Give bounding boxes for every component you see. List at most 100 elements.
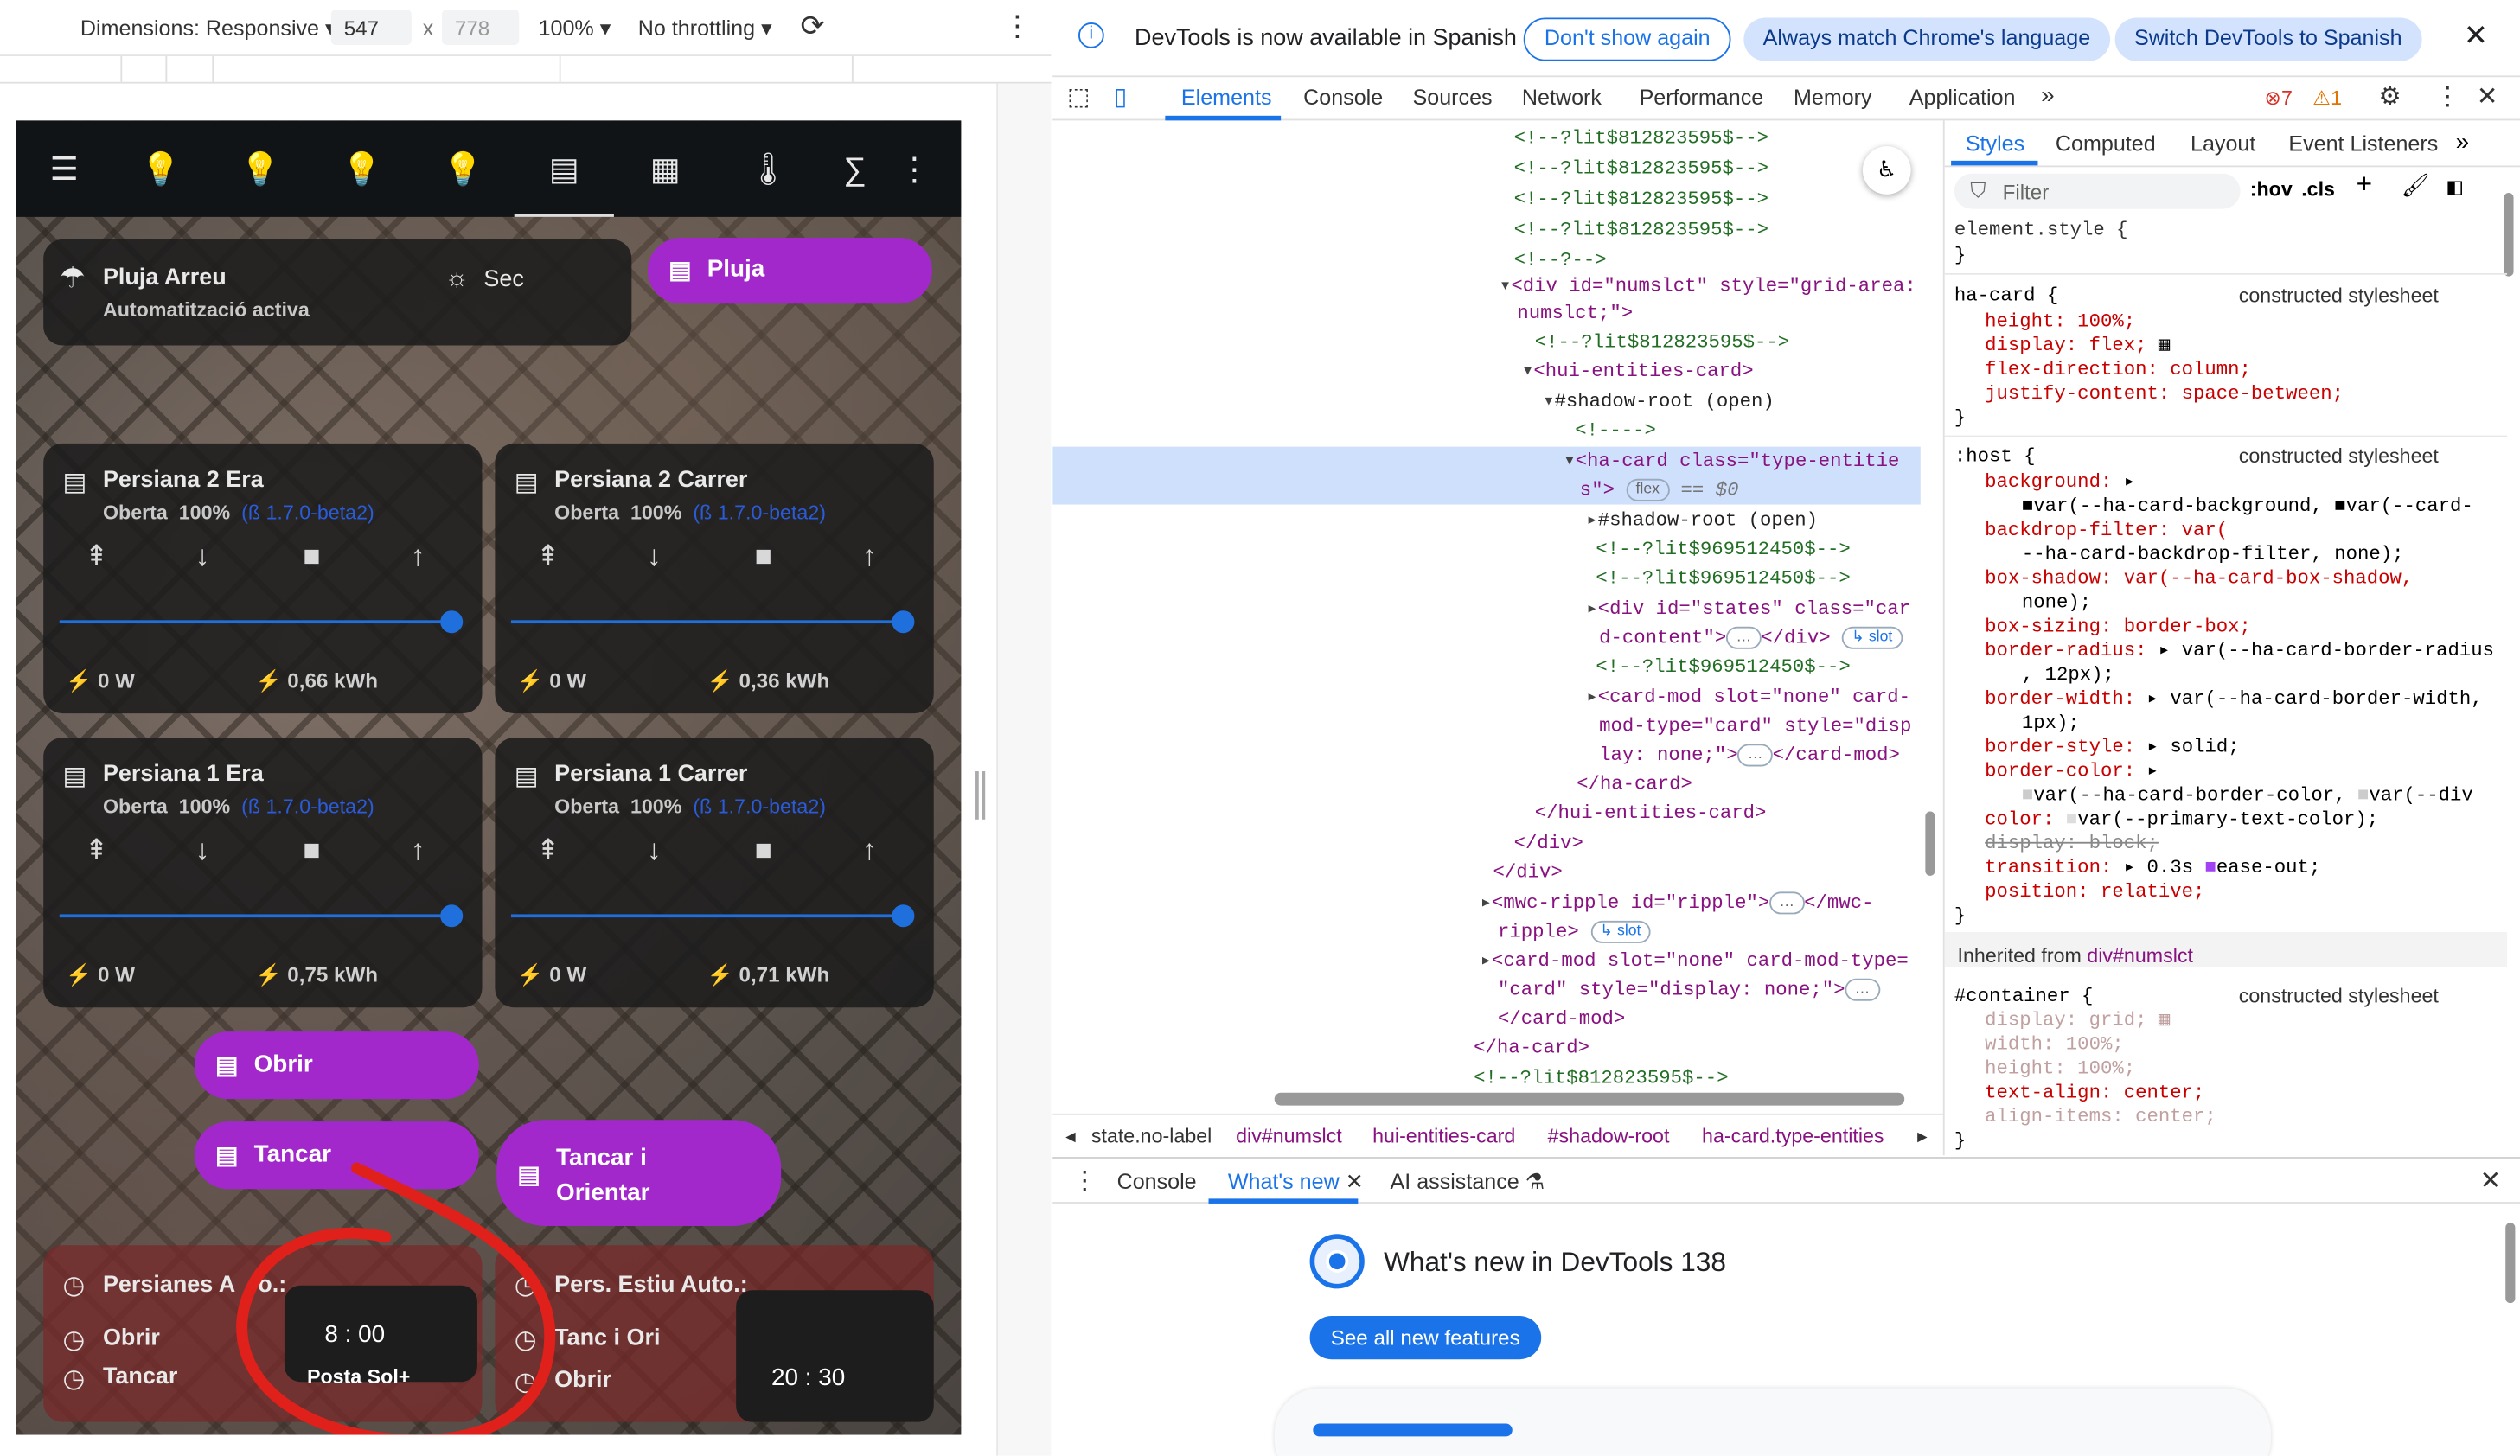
drawer-tab-ai[interactable]: AI assistance ⚗ — [1391, 1170, 1545, 1196]
zoom-dropdown[interactable]: 100% ▾ — [539, 16, 611, 42]
color-swatch[interactable]: ■ — [2066, 808, 2077, 831]
comment-line[interactable]: <!--?lit$812823595$--> — [1514, 124, 1768, 152]
rule-source[interactable]: constructed stylesheet — [2239, 283, 2439, 309]
grid-editor-icon[interactable]: ▦ — [2159, 1009, 2170, 1031]
flex-badge[interactable]: flex — [1626, 478, 1670, 501]
prop-backdrop[interactable]: backdrop-filter: var( — [1985, 517, 2228, 543]
more-vert-icon[interactable]: ⋮ — [2434, 80, 2460, 112]
color-swatch[interactable]: ■ — [2334, 495, 2345, 517]
styles-scrollbar[interactable] — [2504, 193, 2514, 277]
prop-border-width[interactable]: border-width: ▸ var(--ha-card-border-wid… — [1985, 686, 2483, 712]
filter-input[interactable]: ⛉ Filter — [1954, 173, 2241, 209]
color-swatch[interactable]: ■ — [2357, 784, 2369, 807]
device-toggle-icon[interactable]: ▯ — [1114, 82, 1127, 112]
rule-source[interactable]: constructed stylesheet — [2239, 983, 2439, 1009]
prop-border-color[interactable]: border-color: ▸ — [1985, 758, 2159, 784]
hacard-rule-selector[interactable]: ha-card { — [1954, 283, 2058, 309]
comment-line[interactable]: <!--?lit$812823595$--> — [1514, 215, 1768, 244]
prop-c-width[interactable]: width: 100%; — [1985, 1031, 2124, 1057]
prop-background[interactable]: background: ▸ — [1985, 469, 2135, 495]
prop-box-sizing[interactable]: box-sizing: border-box; — [1985, 614, 2251, 640]
vertical-scrollbar[interactable] — [1925, 811, 1935, 876]
ellipsis-badge[interactable]: … — [1737, 744, 1773, 767]
more-tabs-icon[interactable]: » — [2041, 82, 2055, 110]
color-swatch[interactable]: ■ — [2022, 495, 2033, 517]
host-rule-selector[interactable]: :host { — [1954, 444, 2036, 469]
throttling-dropdown[interactable]: No throttling ▾ — [638, 16, 772, 42]
comment-line[interactable]: <!--?--> — [1514, 246, 1607, 274]
ellipsis-badge[interactable]: … — [1845, 978, 1880, 1001]
close-icon[interactable]: ✕ — [2477, 80, 2498, 112]
drawer-tab-console[interactable]: Console — [1117, 1170, 1197, 1194]
lit-comment[interactable]: <!--?lit$969512450$--> — [1596, 564, 1850, 592]
chevron-right-icon[interactable]: ▸ — [1917, 1123, 1928, 1147]
element-style-rule[interactable]: element.style { — [1954, 217, 2128, 243]
lit-comment[interactable]: <!--?lit$812823595$--> — [1535, 328, 1789, 356]
plus-icon[interactable]: + — [2356, 172, 2372, 202]
more-vert-icon[interactable]: ⋮ — [1072, 1165, 1098, 1197]
warning-count[interactable]: ⚠1 — [2312, 85, 2342, 109]
paint-icon[interactable]: 🖌 — [2401, 174, 2429, 201]
sidebar-toggle-icon[interactable]: ◧ — [2447, 172, 2462, 203]
flex-editor-icon[interactable]: ▦ — [2159, 335, 2170, 357]
prop-justify[interactable]: justify-content: space-between; — [1985, 380, 2344, 406]
breadcrumb-item[interactable]: state.no-label — [1091, 1125, 1212, 1147]
dom-inner-shadow[interactable]: ▸#shadow-root (open) — [1586, 506, 1818, 534]
accessibility-icon[interactable]: ♿ — [1862, 146, 1911, 195]
lit-comment[interactable]: <!--?lit$969512450$--> — [1596, 535, 1850, 564]
comment-line[interactable]: <!--?lit$812823595$--> — [1514, 185, 1768, 214]
see-all-features-button[interactable]: See all new features — [1309, 1316, 1541, 1360]
drawer-scrollbar[interactable] — [2505, 1223, 2516, 1304]
slot-badge[interactable]: ↳ slot — [1841, 626, 1903, 649]
hui-close[interactable]: </hui-entities-card> — [1535, 799, 1767, 827]
dimensions-dropdown[interactable]: Dimensions: Responsive ▾ — [80, 16, 336, 42]
dom-shadow-root[interactable]: ▾#shadow-root (open) — [1543, 387, 1775, 416]
lit-comment[interactable]: <!--?lit$969512450$--> — [1596, 653, 1850, 681]
dont-show-button[interactable]: Don't show again — [1523, 17, 1731, 61]
styles-tab[interactable]: Layout — [2191, 131, 2255, 156]
styles-tab[interactable]: Computed — [2056, 131, 2156, 156]
tab-network[interactable]: Network — [1522, 85, 1602, 109]
prop-c-height[interactable]: height: 100%; — [1985, 1056, 2135, 1082]
prop-box-shadow[interactable]: box-shadow: var(--ha-card-box-shadow, — [1985, 565, 2413, 591]
dom-node-ripple[interactable]: ▸<mwc-ripple id="ripple">… </mwc- — [1481, 889, 1873, 917]
always-match-button[interactable]: Always match Chrome's language — [1743, 17, 2110, 61]
div-close[interactable]: </div> — [1514, 829, 1583, 858]
hacard-close-2[interactable]: </ha-card> — [1474, 1033, 1589, 1062]
tab-performance[interactable]: Performance — [1640, 85, 1764, 109]
tab-application[interactable]: Application — [1909, 85, 2016, 109]
horizontal-scrollbar[interactable] — [1274, 1092, 1905, 1106]
cardmod-b3[interactable]: </card-mod> — [1498, 1005, 1625, 1033]
dom-node-hui[interactable]: ▾<hui-entities-card> — [1522, 357, 1754, 386]
resize-handle[interactable] — [975, 771, 986, 820]
inherited-link[interactable]: div#numslct — [2087, 945, 2193, 967]
prop-display-block[interactable]: display: block; — [1985, 831, 2159, 857]
chevron-left-icon[interactable]: ◂ — [1065, 1123, 1076, 1147]
prop-c-align[interactable]: align-items: center; — [1985, 1104, 2216, 1130]
dom-node-states[interactable]: ▸<div id="states" class="car — [1586, 595, 1910, 623]
error-count[interactable]: ⊗7 — [2264, 85, 2292, 109]
ellipsis-badge[interactable]: … — [1769, 891, 1805, 915]
styles-tab[interactable]: Styles — [1966, 131, 2024, 156]
prop-transition[interactable]: transition: ▸ 0.3s ■ease-out; — [1985, 855, 2320, 881]
inspect-icon[interactable]: ⬚ — [1067, 82, 1090, 112]
tab-sources[interactable]: Sources — [1413, 85, 1493, 109]
dom-node-cardmod[interactable]: ▸<card-mod slot="none" card- — [1586, 683, 1910, 712]
hacard-close[interactable]: </ha-card> — [1577, 770, 1692, 798]
prop-c-display[interactable]: display: grid; ▦ — [1985, 1007, 2170, 1033]
color-swatch[interactable]: ■ — [2022, 784, 2033, 807]
hov-toggle[interactable]: :hov — [2250, 178, 2293, 201]
dom-node-hacard[interactable]: ▾<ha-card class="type-entitie — [1564, 447, 1899, 476]
drawer-tab-whats-new[interactable]: What's new ✕ — [1228, 1170, 1364, 1196]
prop-position[interactable]: position: relative; — [1985, 879, 2204, 905]
div-close[interactable]: </div> — [1493, 858, 1562, 886]
slot-badge[interactable]: ↳ slot — [1590, 920, 1651, 943]
rotate-icon[interactable]: ⟳ — [800, 10, 824, 43]
breadcrumb-item[interactable]: ha-card.type-entities — [1702, 1125, 1884, 1147]
more-tabs-icon[interactable]: » — [2456, 129, 2470, 156]
lit-comment[interactable]: <!--?lit$812823595$--> — [1474, 1063, 1728, 1092]
prop-display-flex[interactable]: display: flex; ▦ — [1985, 333, 2170, 359]
prop-height[interactable]: height: 100%; — [1985, 309, 2135, 335]
switch-language-button[interactable]: Switch DevTools to Spanish — [2114, 17, 2421, 61]
dom-node-numslct[interactable]: ▾<div id="numslct" style="grid-area: — [1500, 271, 1916, 300]
